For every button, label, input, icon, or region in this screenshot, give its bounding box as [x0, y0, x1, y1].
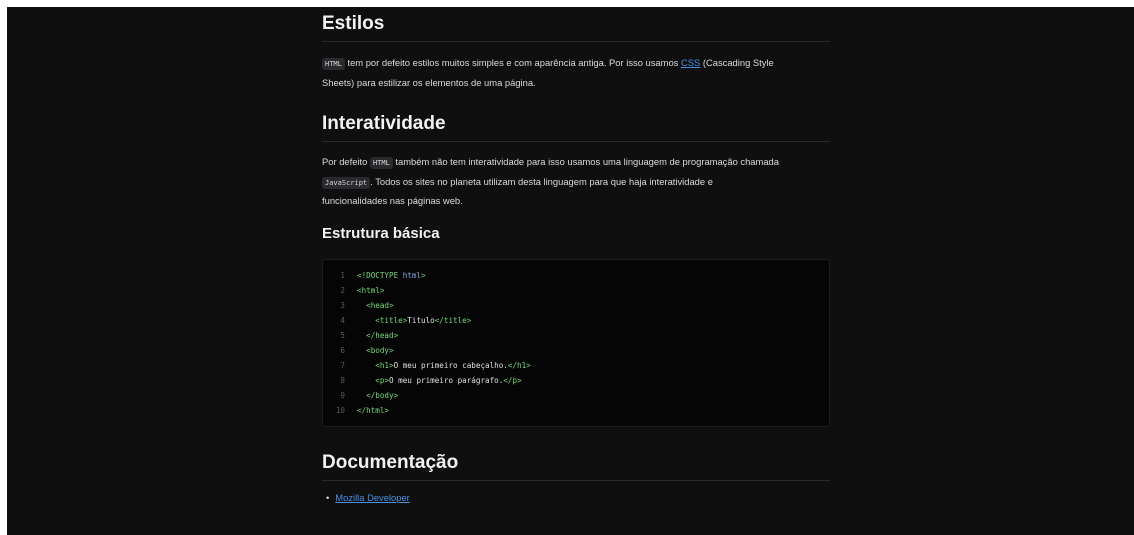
code-line: 1 <!DOCTYPE html>	[323, 268, 426, 283]
code-token: </title>	[434, 316, 472, 325]
code-line: 4 <title>Titulo</title>	[323, 313, 471, 328]
line-number: 4	[340, 316, 345, 325]
code-line: 3 <head>	[323, 298, 394, 313]
line-number: 3	[340, 301, 345, 310]
code-line: 5 </head>	[323, 328, 398, 343]
inline-code-html: HTML	[322, 58, 345, 70]
code-line: 9 </body>	[323, 388, 398, 403]
interatividade-text-2: também não tem interatividade para isso …	[395, 156, 779, 167]
code-line: 6 <body>	[323, 343, 394, 358]
code-token: >	[421, 271, 426, 280]
heading-interatividade: Interatividade	[322, 113, 830, 142]
line-number: 6	[340, 346, 345, 355]
code-token: <p>	[357, 376, 390, 385]
code-token: O meu primeiro parágrafo.	[389, 376, 504, 385]
code-token: </p>	[503, 376, 522, 385]
estilos-text-2b: Sheets) para estilizar os elementos de u…	[322, 76, 536, 88]
inline-code-javascript: JavaScript	[322, 176, 371, 189]
page-frame: Estilos HTML tem por defeito estilos mui…	[7, 7, 1134, 535]
line-number: 8	[340, 376, 345, 385]
heading-documentacao: Documentação	[322, 452, 830, 481]
line-number: 1	[340, 271, 345, 280]
interatividade-text-1: Por defeito	[322, 156, 368, 167]
heading-estilos: Estilos	[322, 13, 830, 42]
code-token: </head>	[357, 331, 399, 340]
paragraph-estilos: HTML tem por defeito estilos muitos simp…	[322, 54, 830, 91]
line-number: 10	[335, 406, 345, 415]
code-token: </body>	[357, 391, 399, 400]
code-token: Titulo	[407, 316, 435, 325]
code-token: html	[402, 271, 422, 280]
code-block[interactable]: 1 <!DOCTYPE html> 2 <html> 3 <head> 4 <title>…	[322, 259, 830, 427]
code-line: 10 </html>	[323, 403, 389, 418]
inline-code-html: HTML	[369, 157, 393, 169]
line-number: 7	[340, 361, 345, 370]
code-line: 7 <h1>O meu primeiro cabeçalho.</h1>	[323, 358, 531, 373]
code-token: </html>	[357, 406, 390, 415]
estilos-text-2a: (Cascading Style	[702, 57, 774, 68]
paragraph-interatividade: Por defeito HTML também não tem interati…	[322, 153, 830, 210]
code-token: <html>	[357, 286, 385, 295]
interatividade-text-3: . Todos os sites no planeta utilizam des…	[370, 175, 713, 187]
code-line: 8 <p>O meu primeiro parágrafo.</p>	[323, 373, 522, 388]
bullet-icon: •	[326, 492, 330, 503]
line-number: 9	[340, 391, 345, 400]
code-token: <!DOCTYPE	[357, 271, 403, 280]
code-line: 2 <html>	[323, 283, 384, 298]
estilos-text-1: tem por defeito estilos muitos simples e…	[347, 57, 679, 68]
heading-estrutura-basica: Estrutura básica	[322, 225, 440, 242]
code-token: <body>	[357, 346, 394, 355]
interatividade-text-4: funcionalidades nas páginas web.	[322, 195, 463, 206]
mozilla-developer-link[interactable]: Mozilla Developer	[335, 492, 410, 503]
css-link[interactable]: CSS	[681, 57, 700, 68]
line-number: 2	[340, 286, 345, 295]
code-token: <title>	[357, 316, 408, 325]
line-number: 5	[340, 331, 345, 340]
documentation-list: • Mozilla Developer	[322, 492, 410, 503]
list-item: • Mozilla Developer	[322, 492, 410, 503]
code-token: </h1>	[507, 361, 531, 370]
code-token: O meu primeiro cabeçalho.	[393, 361, 508, 370]
code-token: <h1>	[357, 361, 394, 370]
code-token: <head>	[357, 301, 394, 310]
